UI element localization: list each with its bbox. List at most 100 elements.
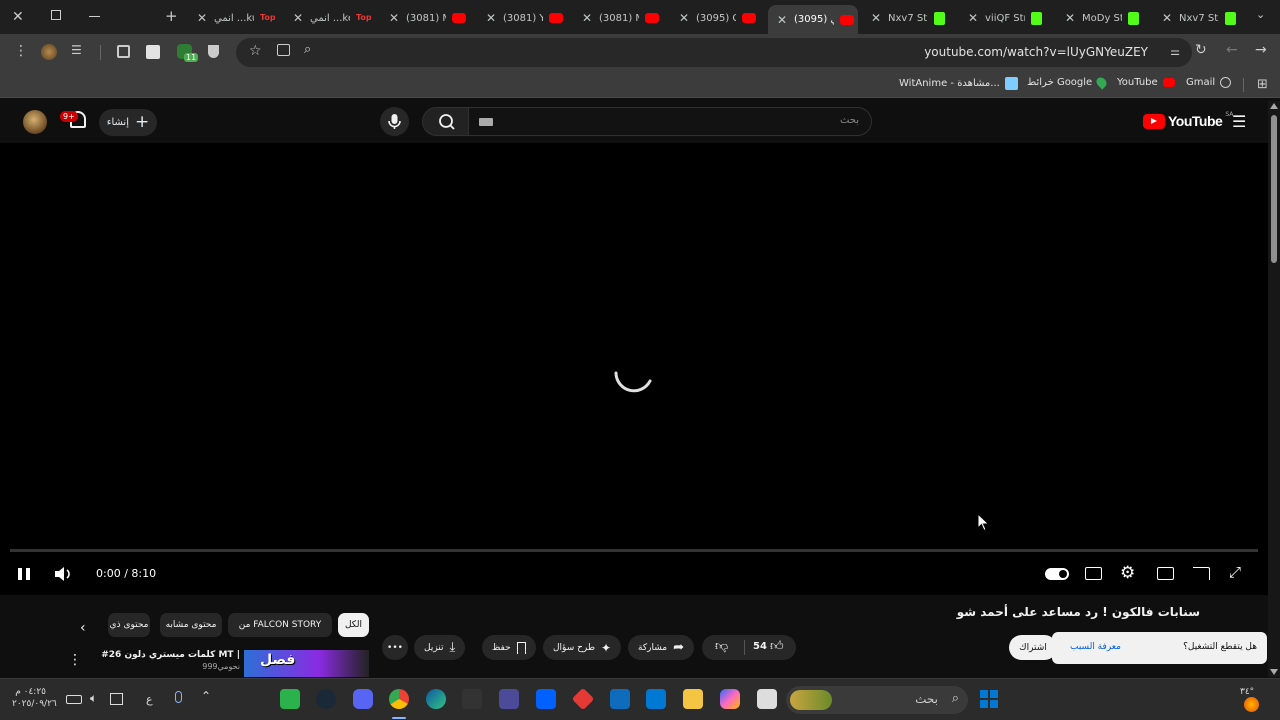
scroll-up-arrow-icon[interactable] [1270,103,1278,109]
tab[interactable]: ✕ Nxv7 Str [870,5,956,31]
profile-avatar[interactable] [41,44,57,60]
microphone-tray-icon[interactable] [175,691,182,703]
window-icon[interactable] [757,689,777,709]
input-language[interactable]: ع [146,693,153,706]
app-diamond-icon[interactable] [571,687,595,711]
share-button[interactable]: مشاركة ➦ [628,635,694,660]
tab[interactable]: ✕ انمي ...ku Top [196,5,282,31]
page-scrollbar[interactable] [1268,101,1280,677]
bookmark-star-icon[interactable]: ☆ [249,43,262,59]
minimize-window-icon[interactable] [89,16,100,17]
dropbox-icon[interactable] [536,689,556,709]
pause-icon[interactable] [17,563,31,585]
close-tab-icon[interactable]: ✕ [870,11,882,25]
close-tab-icon[interactable]: ✕ [1064,11,1076,25]
chip-partial[interactable]: محتوى ذي [108,613,150,637]
bookmark-google-maps[interactable]: خرائط Google [1027,75,1109,90]
hamburger-menu-icon[interactable]: ☰ [1232,112,1246,131]
weather-sun-icon[interactable] [1244,697,1259,712]
install-app-icon[interactable] [277,44,290,56]
site-settings-icon[interactable]: ⚌ [1170,45,1180,58]
scroll-down-arrow-icon[interactable] [1270,669,1278,675]
speaker-icon[interactable]: 🔈︎ [90,691,97,706]
tab-search-chevron-icon[interactable]: ⌄ [1256,8,1265,21]
create-button[interactable]: إنشاء + [99,109,157,136]
new-tab-icon[interactable]: + [165,7,178,25]
recommendation-thumbnail[interactable]: فصل [244,650,369,677]
steam-icon[interactable] [316,689,336,709]
close-tab-icon[interactable]: ✕ [1161,11,1173,25]
file-explorer-icon[interactable] [683,689,703,709]
video-player[interactable]: 0:00 / 8:10 ⚙ ⤢ [0,143,1268,595]
zoom-icon[interactable]: ⌕ [304,42,311,57]
tab[interactable]: ✕ Nxv7 Str [1161,5,1247,31]
chrome-icon[interactable] [389,689,409,709]
save-button[interactable]: حفظ [482,635,536,660]
bookmark-witanime[interactable]: WitAnime - مشاهدة... [899,77,1018,90]
subscribe-button[interactable]: اشتراك [1009,635,1057,660]
close-tab-icon[interactable]: ✕ [678,11,690,25]
store-icon[interactable] [646,689,666,709]
dislike-icon[interactable]: 👎︎ [715,639,728,654]
app-icon[interactable] [499,689,519,709]
tab[interactable]: ✕ انمي ...ke Top [292,5,378,31]
battery-icon[interactable] [66,695,82,704]
search-button[interactable] [422,107,470,136]
edge-icon[interactable] [426,689,446,709]
network-icon[interactable] [110,693,123,705]
outlook-icon[interactable] [610,689,630,709]
chips-prev-chevron-icon[interactable]: ‹ [80,620,86,636]
voice-search-button[interactable] [380,107,409,136]
autoplay-toggle[interactable] [1045,568,1069,580]
theater-mode-icon[interactable] [1157,567,1174,580]
discord-icon[interactable] [353,689,373,709]
youtube-logo[interactable]: YouTube SA [1143,111,1233,129]
settings-gear-icon[interactable]: ⚙ [1120,563,1135,583]
close-tab-icon[interactable]: ✕ [776,13,788,27]
cast-icon[interactable] [1193,567,1210,580]
close-window-icon[interactable]: ✕ [12,9,24,25]
tab[interactable]: ✕ (3081) M [581,5,667,31]
close-tab-icon[interactable]: ✕ [967,11,979,25]
volume-icon[interactable] [53,563,73,585]
like-icon[interactable]: 👍︎ [770,639,784,654]
recommendation-menu-icon[interactable]: ⋮ [68,652,82,668]
weather-temp[interactable]: ٣٤° [1240,687,1254,697]
tab[interactable]: ✕ (3095) C [678,5,764,31]
fullscreen-icon[interactable]: ⤢ [1229,563,1241,581]
close-tab-icon[interactable]: ✕ [581,11,593,25]
chip-related[interactable]: محتوى مشابه [160,613,222,637]
scrollbar-thumb[interactable] [1271,115,1277,263]
epic-games-icon[interactable] [462,689,482,709]
tab[interactable]: ✕ viiQF Str [967,5,1053,31]
close-tab-icon[interactable]: ✕ [485,11,497,25]
menu-dots-icon[interactable]: ⋮ [14,43,28,59]
more-actions-button[interactable]: ••• [382,635,408,660]
account-avatar[interactable] [23,110,47,134]
taskbar-search-box[interactable]: بحث ⌕ [786,686,968,714]
taskbar-app-icon[interactable] [280,689,300,709]
address-bar[interactable]: ☆ ⌕ youtube.com/watch?v=lUyGNYeuZEY ⚌ [236,38,1192,67]
ask-button[interactable]: طرح سؤال ✦ [543,635,622,660]
keyboard-icon[interactable] [479,118,493,126]
close-tab-icon[interactable]: ✕ [196,11,208,25]
bookmark-youtube[interactable]: YouTube [1117,77,1175,88]
subtitles-icon[interactable] [1085,567,1102,580]
chip-from-channel[interactable]: من FALCON STORY [228,613,332,637]
toast-link[interactable]: معرفة السبب [1070,642,1121,652]
forward-icon[interactable]: → [1255,42,1267,58]
chip-all[interactable]: الكل [338,613,369,637]
windows-start-icon[interactable] [980,690,998,708]
tab[interactable]: ✕ (3081) Y [485,5,571,31]
close-tab-icon[interactable]: ✕ [388,11,400,25]
tab[interactable]: ✕ MoDy St [1064,5,1150,31]
tray-overflow-chevron-icon[interactable]: ⌃ [201,689,211,703]
close-tab-icon[interactable]: ✕ [292,11,304,25]
clock[interactable]: ٠٤:٢٥ م ٢٠٢٥/٠٩/٢٦ [12,687,57,709]
recommendation-item[interactable]: #26 كلمات ميستري دلون MT | نحومي999 [100,650,240,671]
extensions-icon[interactable] [117,45,130,58]
restore-window-icon[interactable] [51,10,61,20]
copilot-icon[interactable] [720,689,740,709]
back-icon[interactable]: ← [1226,42,1238,58]
progress-bar[interactable] [10,549,1258,552]
